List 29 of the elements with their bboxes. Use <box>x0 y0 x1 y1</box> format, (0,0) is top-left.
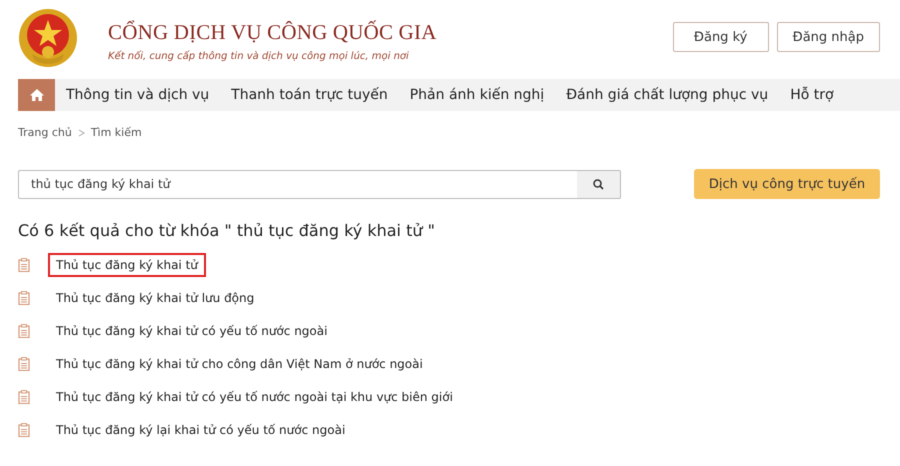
result-link[interactable]: Thủ tục đăng ký khai tử <box>48 253 206 277</box>
document-icon <box>18 423 30 437</box>
nav-link[interactable]: Phản ánh kiến nghị <box>410 87 544 103</box>
nav-link[interactable]: Hỗ trợ <box>790 87 834 103</box>
nav-link[interactable]: Thanh toán trực tuyến <box>231 87 388 103</box>
document-icon <box>18 291 30 305</box>
home-icon <box>28 88 44 102</box>
results-heading: Có 6 kết quả cho từ khóa " thủ tục đăng ký khai tử " <box>18 221 436 240</box>
site-slogan: Kết nối, cung cấp thông tin và dịch vụ công mọi lúc, mọi nơi <box>108 51 410 62</box>
document-icon <box>18 258 30 272</box>
document-icon <box>18 357 30 371</box>
online-services-button[interactable]: Dịch vụ công trực tuyến <box>694 169 880 199</box>
auth-button[interactable]: Đăng nhập <box>776 22 880 52</box>
breadcrumb-link[interactable]: Trang chủ <box>18 126 72 139</box>
document-icon <box>18 390 30 404</box>
result-link[interactable]: Thủ tục đăng ký lại khai tử có yếu tố nước ngoài <box>48 418 354 442</box>
breadcrumb-link[interactable]: Tìm kiếm <box>90 126 142 139</box>
home-button[interactable] <box>18 79 55 111</box>
breadcrumb-separator-icon <box>78 128 85 136</box>
result-link[interactable]: Thủ tục đăng ký khai tử có yếu tố nước ngoài tại khu vực biên giới <box>48 385 461 409</box>
auth-button[interactable]: Đăng ký <box>672 22 769 52</box>
result-link[interactable]: Thủ tục đăng ký khai tử có yếu tố nước ngoài <box>48 319 336 343</box>
nav-link[interactable]: Thông tin và dịch vụ <box>66 87 210 103</box>
result-link[interactable]: Thủ tục đăng ký khai tử lưu động <box>48 286 262 310</box>
result-link[interactable]: Thủ tục đăng ký khai tử cho công dân Việt Nam ở nước ngoài <box>48 352 431 376</box>
nav-link[interactable]: Đánh giá chất lượng phục vụ <box>566 87 768 103</box>
document-icon <box>18 324 30 338</box>
site-title: CỔNG DỊCH VỤ CÔNG QUỐC GIA <box>108 20 437 45</box>
emblem-icon <box>18 8 78 68</box>
